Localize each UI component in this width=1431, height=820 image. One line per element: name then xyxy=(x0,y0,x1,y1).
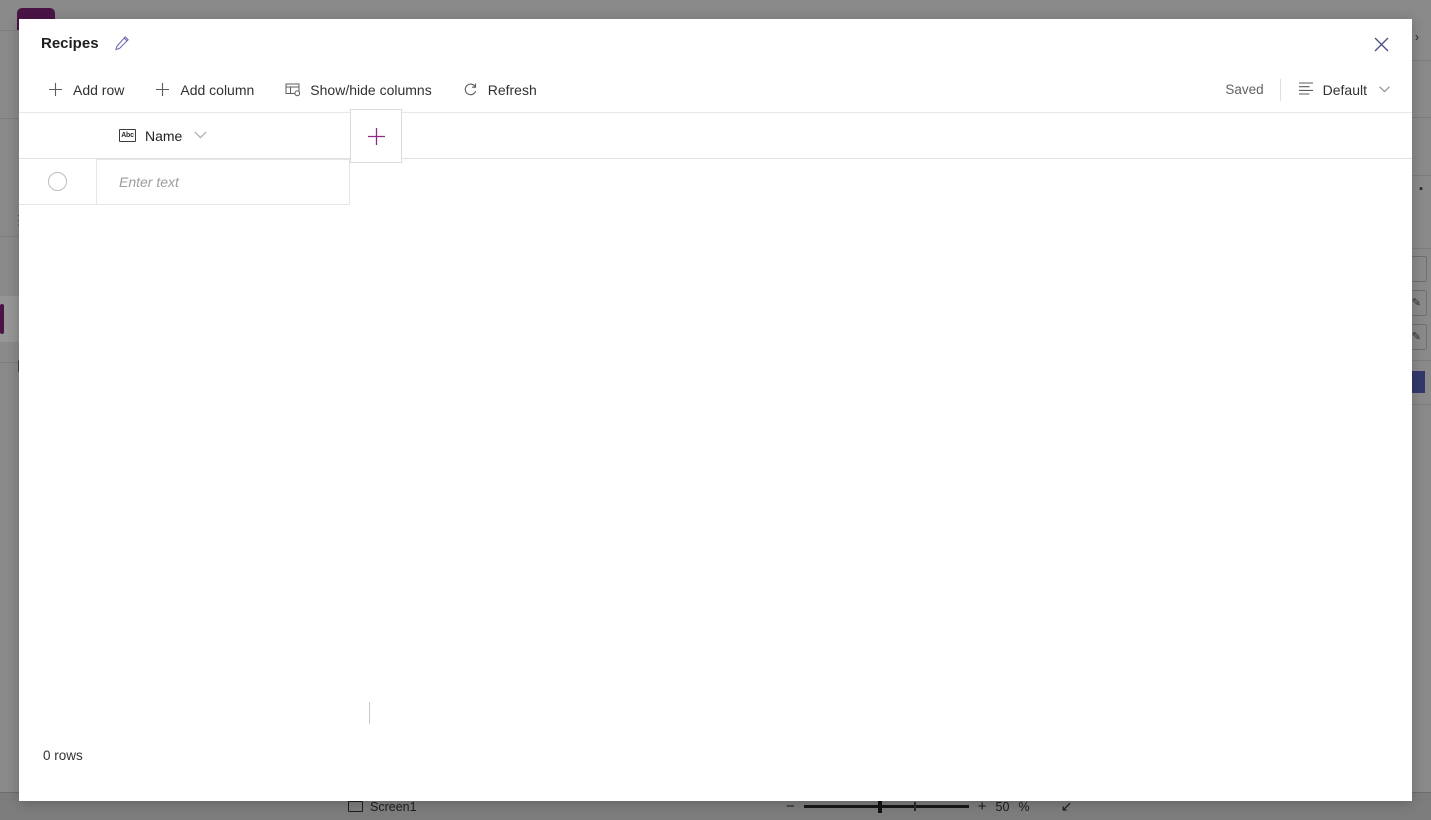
add-column-button[interactable]: Add column xyxy=(152,74,256,106)
pencil-icon: ✎ xyxy=(1411,297,1421,309)
screen-icon xyxy=(348,801,363,812)
list-icon xyxy=(1298,81,1314,98)
plus-icon xyxy=(154,81,171,98)
add-column-grid-button[interactable] xyxy=(350,109,402,163)
column-header-name[interactable]: Abc Name xyxy=(96,113,350,158)
right-panel-glyph: › xyxy=(1415,30,1419,44)
plus-icon xyxy=(47,81,64,98)
zoom-value: 50 xyxy=(995,799,1010,814)
refresh-label: Refresh xyxy=(487,81,537,98)
row-select-cell[interactable] xyxy=(19,159,96,205)
zoom-slider-thumb[interactable] xyxy=(877,800,882,813)
zoom-out-button[interactable]: − xyxy=(786,799,795,814)
new-row-name-input[interactable] xyxy=(119,174,349,190)
grid-select-all-cell[interactable] xyxy=(19,113,96,158)
zoom-slider-tick xyxy=(913,802,916,811)
grid-text-caret xyxy=(369,702,370,724)
pencil-icon[interactable] xyxy=(113,34,131,52)
command-bar: Add row Add column Show/hide columns Ref… xyxy=(19,67,1412,113)
add-column-label: Add column xyxy=(180,81,255,98)
row-select-circle[interactable] xyxy=(48,172,67,191)
grid-new-row xyxy=(19,159,1412,205)
refresh-button[interactable]: Refresh xyxy=(460,74,539,106)
table-editor-dialog: Recipes Add row Add column Show/hide col… xyxy=(19,19,1412,801)
new-row-name-cell[interactable] xyxy=(96,159,350,205)
columns-icon xyxy=(284,81,301,98)
column-header-label: Name xyxy=(145,127,183,144)
row-count-label: 0 rows xyxy=(43,748,83,763)
pencil-icon: ✎ xyxy=(1411,331,1421,343)
chevron-down-icon xyxy=(1379,84,1390,96)
view-picker-label: Default xyxy=(1322,81,1367,98)
add-row-label: Add row xyxy=(73,81,125,98)
zoom-slider[interactable] xyxy=(803,800,969,813)
save-status: Saved xyxy=(1225,82,1264,97)
zoom-unit: % xyxy=(1018,799,1030,814)
refresh-icon xyxy=(462,81,479,98)
add-row-button[interactable]: Add row xyxy=(45,74,126,106)
plus-icon xyxy=(367,127,385,145)
zoom-in-button[interactable]: + xyxy=(978,799,987,814)
status-screen-selector[interactable]: Screen1 xyxy=(348,800,417,814)
right-panel-color-swatch[interactable] xyxy=(1412,371,1425,393)
page-title: Recipes xyxy=(41,34,99,52)
right-panel-mark: ▪ xyxy=(1419,183,1423,195)
command-bar-right: Saved Default xyxy=(1225,78,1390,101)
data-grid: Abc Name xyxy=(19,109,1412,724)
grid-header-row: Abc Name xyxy=(19,109,1412,163)
dialog-header: Recipes xyxy=(19,19,1412,67)
view-picker[interactable]: Default xyxy=(1281,81,1390,98)
screen-label: Screen1 xyxy=(370,799,417,814)
show-hide-columns-button[interactable]: Show/hide columns xyxy=(282,74,433,106)
text-type-icon: Abc xyxy=(119,129,136,142)
chevron-down-icon[interactable] xyxy=(194,130,207,142)
close-icon[interactable] xyxy=(1364,29,1398,59)
show-hide-columns-label: Show/hide columns xyxy=(310,81,432,98)
